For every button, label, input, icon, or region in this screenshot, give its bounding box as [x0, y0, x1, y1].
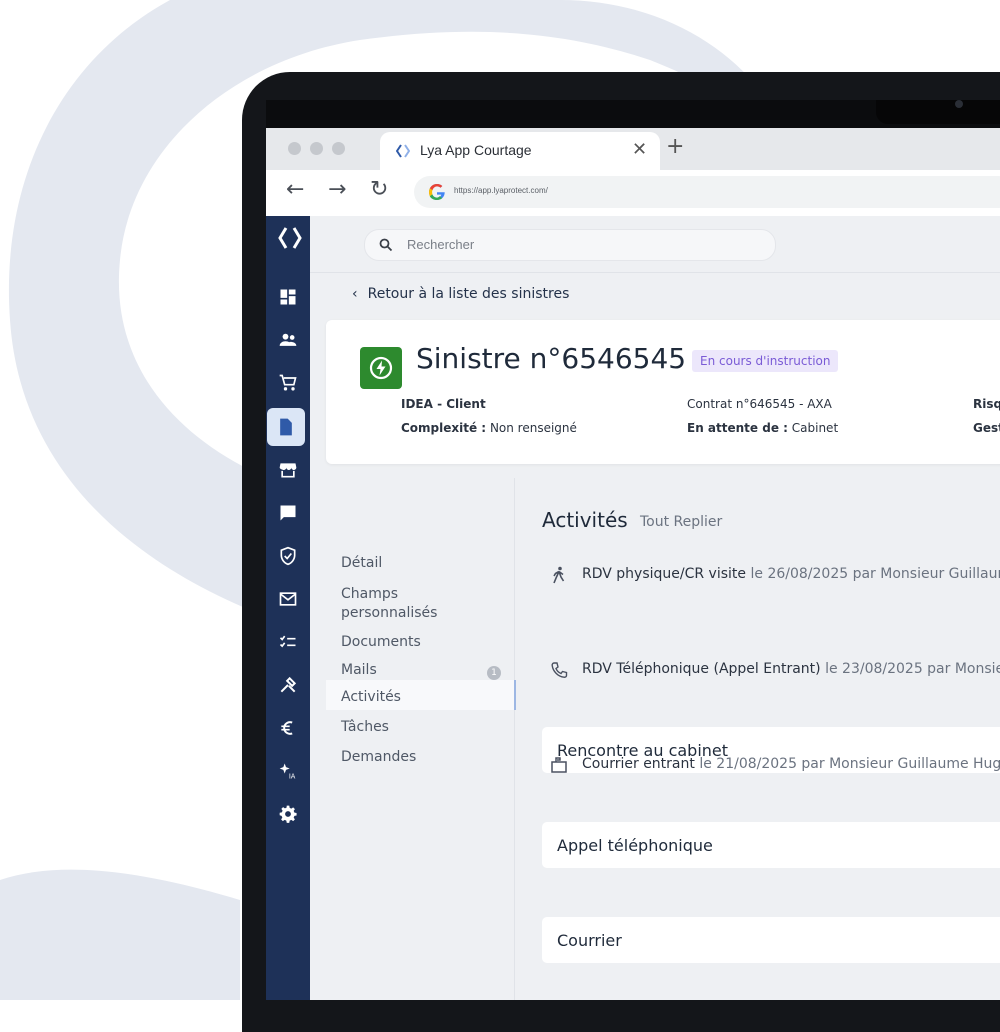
- subnav-item-activities[interactable]: Activités: [341, 689, 401, 705]
- bolt-circle-icon: [369, 356, 393, 380]
- search-icon: [379, 238, 393, 252]
- app-top-bar: Rechercher: [310, 216, 1000, 273]
- claim-subnav: Détail Champs personnalisés Documents Ma…: [326, 478, 516, 1000]
- screen: Lya App Courtage ✕ + ← → ↻ https://app.l…: [266, 128, 1000, 1000]
- users-icon[interactable]: [266, 321, 310, 359]
- lya-logo-icon: [396, 144, 410, 158]
- tab-title: Lya App Courtage: [420, 142, 532, 158]
- back-to-claims-link[interactable]: ‹ Retour à la liste des sinistres: [352, 286, 569, 302]
- subnav-item-tasks[interactable]: Tâches: [341, 719, 389, 735]
- back-link-label: Retour à la liste des sinistres: [367, 286, 570, 302]
- browser-tab[interactable]: Lya App Courtage ✕: [380, 132, 660, 170]
- google-icon: [429, 184, 445, 200]
- mails-count-badge: 1: [487, 666, 501, 680]
- shield-check-icon[interactable]: [266, 537, 310, 575]
- checklist-icon[interactable]: [266, 623, 310, 661]
- activities-panel: Activités Tout Replier RDV physique/CR v…: [516, 478, 1000, 1000]
- message-icon[interactable]: [266, 494, 310, 532]
- claim-header-card: Sinistre n°6546545 En cours d'instructio…: [326, 320, 1000, 464]
- new-tab-icon[interactable]: +: [666, 134, 684, 159]
- mail-icon[interactable]: [266, 580, 310, 618]
- reload-icon[interactable]: ↻: [370, 177, 388, 202]
- activity-type: RDV Téléphonique (Appel Entrant): [582, 661, 821, 677]
- settings-gear-icon[interactable]: [266, 795, 310, 833]
- ai-sparkle-icon[interactable]: IA: [266, 752, 310, 790]
- laptop-notch: [876, 100, 1000, 124]
- activity-body: Courrier: [557, 931, 622, 950]
- activity-date: le 26/08/2025 par Monsieur Guillaum: [750, 566, 1000, 582]
- walk-icon: [553, 566, 565, 584]
- cart-icon[interactable]: [266, 364, 310, 402]
- risk-label-truncated: Risq: [973, 397, 1000, 411]
- window-maximize-dot[interactable]: [332, 142, 345, 155]
- camera: [955, 100, 963, 108]
- activity-type: RDV physique/CR visite: [582, 566, 747, 582]
- url-field[interactable]: https://app.lyaprotect.com/: [414, 176, 1000, 208]
- activity-date: le 21/08/2025 par Monsieur Guillaume Hug…: [699, 756, 1000, 772]
- subnav-item-mails[interactable]: Mails: [341, 662, 377, 678]
- claim-type-icon: [360, 347, 402, 389]
- activity-card[interactable]: Courrier: [542, 917, 1000, 963]
- activity-card[interactable]: Appel téléphonique: [542, 822, 1000, 868]
- activity-body: Appel téléphonique: [557, 836, 713, 855]
- search-input[interactable]: Rechercher: [364, 229, 776, 261]
- svg-text:IA: IA: [289, 773, 296, 781]
- phone-icon: [551, 662, 568, 678]
- subnav-item-documents[interactable]: Documents: [341, 634, 421, 650]
- complexity-label: Complexité :: [401, 421, 487, 435]
- claim-contract[interactable]: Contrat n°646545 - AXA: [687, 397, 832, 411]
- app-sidebar: IA: [266, 216, 310, 1000]
- window-close-dot[interactable]: [288, 142, 301, 155]
- euro-icon[interactable]: [266, 709, 310, 747]
- manager-label-truncated: Gest: [973, 421, 1000, 435]
- subnav-item-detail[interactable]: Détail: [341, 555, 382, 571]
- tools-icon[interactable]: [266, 666, 310, 704]
- close-tab-icon[interactable]: ✕: [632, 139, 647, 160]
- mailbox-icon: [551, 757, 567, 773]
- claim-title: Sinistre n°6546545: [416, 342, 687, 375]
- browser-address-bar: ← → ↻ https://app.lyaprotect.com/: [266, 170, 1000, 217]
- back-arrow-icon[interactable]: ←: [286, 177, 304, 202]
- activity-type: Courrier entrant: [582, 756, 695, 772]
- window-minimize-dot[interactable]: [310, 142, 323, 155]
- forward-arrow-icon[interactable]: →: [328, 177, 346, 202]
- claim-status-badge: En cours d'instruction: [692, 350, 839, 372]
- activities-title: Activités: [542, 508, 628, 532]
- browser-tab-bar: Lya App Courtage ✕ +: [266, 128, 1000, 170]
- claim-client[interactable]: IDEA - Client: [401, 397, 486, 411]
- activity-date: le 23/08/2025 par Monsie: [825, 661, 1000, 677]
- lya-logo-icon[interactable]: [278, 226, 302, 250]
- subnav-item-custom-fields[interactable]: Champs personnalisés: [341, 585, 461, 623]
- url-text: https://app.lyaprotect.com/: [454, 186, 548, 195]
- search-placeholder: Rechercher: [407, 237, 475, 252]
- dashboard-icon[interactable]: [266, 278, 310, 316]
- claims-document-icon[interactable]: [267, 408, 305, 446]
- collapse-all-link[interactable]: Tout Replier: [640, 514, 722, 530]
- store-icon[interactable]: [266, 451, 310, 489]
- chevron-left-icon: ‹: [352, 286, 358, 302]
- subnav-item-requests[interactable]: Demandes: [341, 749, 416, 765]
- waiting-label: En attente de :: [687, 421, 788, 435]
- complexity-value: Non renseigné: [489, 421, 577, 435]
- waiting-value: Cabinet: [791, 421, 839, 435]
